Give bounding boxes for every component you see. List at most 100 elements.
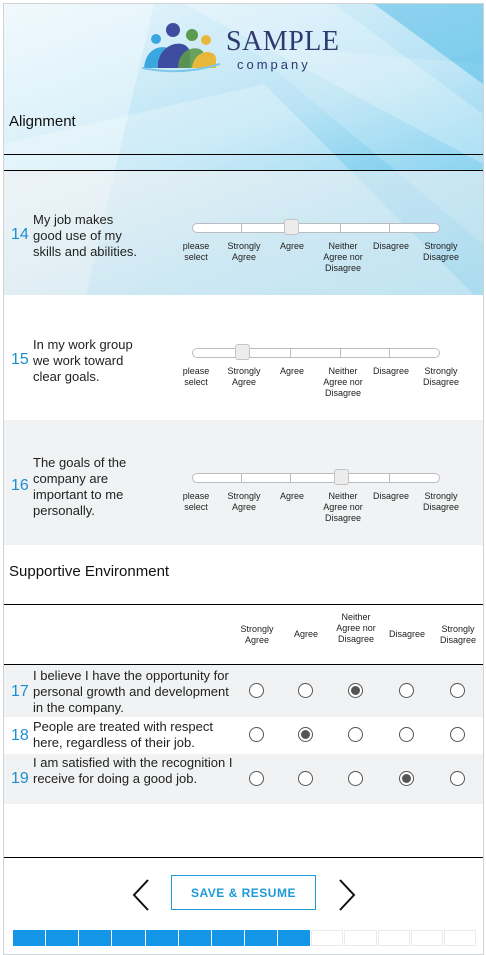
matrix-column-header: Neither Agree nor Disagree [336,612,376,644]
logo-title: SAMPLE [226,26,340,57]
scale-label: Agree [279,241,305,251]
matrix-column-header: Agree [293,629,319,639]
progress-segment [79,930,112,946]
radio-agree[interactable] [298,683,313,698]
radio-agree[interactable] [298,771,313,786]
slider-thumb[interactable] [284,219,299,235]
question-text: My job makes good use of my skills and a… [33,212,138,259]
matrix-row: 18 People are treated with respect here,… [4,717,483,754]
company-logo: SAMPLE company [141,22,352,74]
progress-segment [278,930,311,946]
question-row: 16 The goals of the company are importan… [4,420,483,545]
logo-people-icon [141,23,221,73]
progress-segment [311,930,344,946]
radio-strongly-disagree[interactable] [450,727,465,742]
radio-strongly-agree[interactable] [249,727,264,742]
question-number: 16 [11,477,29,494]
slider-track[interactable] [192,223,440,233]
progress-segment [344,930,377,946]
slider-tick [241,473,242,482]
radio-strongly-agree[interactable] [249,771,264,786]
matrix-column-header: Strongly Agree [240,624,274,645]
slider-tick [290,348,291,357]
matrix-row: 19 I am satisfied with the recognition I… [4,754,483,804]
progress-segment [443,930,476,946]
divider [4,857,483,858]
progress-segment [211,930,244,946]
scale-label: Strongly Agree [227,366,261,387]
question-number: 18 [11,727,29,744]
scale-label: Neither Agree nor Disagree [323,366,363,398]
question-text: In my work group we work toward clear go… [33,337,133,384]
progress-bar [13,930,477,946]
chevron-left-icon[interactable] [130,877,154,913]
rating-slider[interactable] [192,219,440,235]
radio-strongly-disagree[interactable] [450,683,465,698]
question-row: 14 My job makes good use of my skills an… [4,171,483,295]
save-resume-button[interactable]: SAVE & RESUME [171,875,316,910]
radio-neither[interactable] [348,771,363,786]
radio-agree[interactable] [298,727,313,742]
scale-label: Disagree [372,241,410,251]
question-number: 19 [11,770,29,787]
slider-track[interactable] [192,348,440,358]
scale-label: Disagree [372,491,410,501]
progress-segment [377,930,410,946]
scale-label: Strongly Agree [227,491,261,512]
radio-disagree[interactable] [399,727,414,742]
slider-thumb[interactable] [334,469,349,485]
slider-tick [340,348,341,357]
divider [4,154,483,155]
slider-thumb[interactable] [235,344,250,360]
question-number: 17 [11,683,29,700]
question-text: I am satisfied with the recognition I re… [33,755,233,786]
matrix-row: 17 I believe I have the opportunity for … [4,665,483,717]
section-title-supportive-environment: Supportive Environment [9,563,170,580]
slider-tick [389,223,390,232]
radio-neither[interactable] [348,727,363,742]
scale-label: Strongly Disagree [422,366,460,387]
scale-label: Strongly Agree [227,241,261,262]
matrix-column-header: Disagree [388,629,426,639]
progress-segment [145,930,178,946]
question-text: The goals of the company are important t… [33,455,127,518]
scale-label: Neither Agree nor Disagree [323,241,363,273]
slider-tick [241,223,242,232]
progress-segment [244,930,278,946]
scale-label: please select [182,241,210,262]
survey-page: SAMPLE company Alignment 14 My job makes… [3,3,484,955]
slider-track[interactable] [192,473,440,483]
scale-label: Agree [279,366,305,376]
slider-tick [389,473,390,482]
question-number: 14 [11,226,29,243]
divider [4,604,483,605]
radio-strongly-disagree[interactable] [450,771,465,786]
logo-subtitle: company [237,57,311,72]
progress-segment [46,930,79,946]
radio-disagree[interactable] [399,683,414,698]
matrix-column-header: Strongly Disagree [439,624,477,645]
scale-label: Agree [279,491,305,501]
slider-tick [290,473,291,482]
rating-slider[interactable] [192,344,440,360]
progress-segment [13,930,46,946]
scale-label: Strongly Disagree [422,241,460,262]
chevron-right-icon[interactable] [334,877,358,913]
progress-segment [112,930,145,946]
question-text: People are treated with respect here, re… [33,719,213,750]
radio-disagree[interactable] [399,771,414,786]
progress-segment [178,930,211,946]
progress-segment [410,930,443,946]
question-number: 15 [11,351,29,368]
question-row: 15 In my work group we work toward clear… [4,295,483,420]
scale-label: Neither Agree nor Disagree [323,491,363,523]
question-text: I believe I have the opportunity for per… [33,668,229,715]
slider-tick [389,348,390,357]
radio-strongly-agree[interactable] [249,683,264,698]
scale-label: Strongly Disagree [422,491,460,512]
rating-slider[interactable] [192,469,440,485]
slider-tick [340,223,341,232]
scale-label: please select [182,366,210,387]
section-title-alignment: Alignment [9,113,76,130]
radio-neither[interactable] [348,683,363,698]
